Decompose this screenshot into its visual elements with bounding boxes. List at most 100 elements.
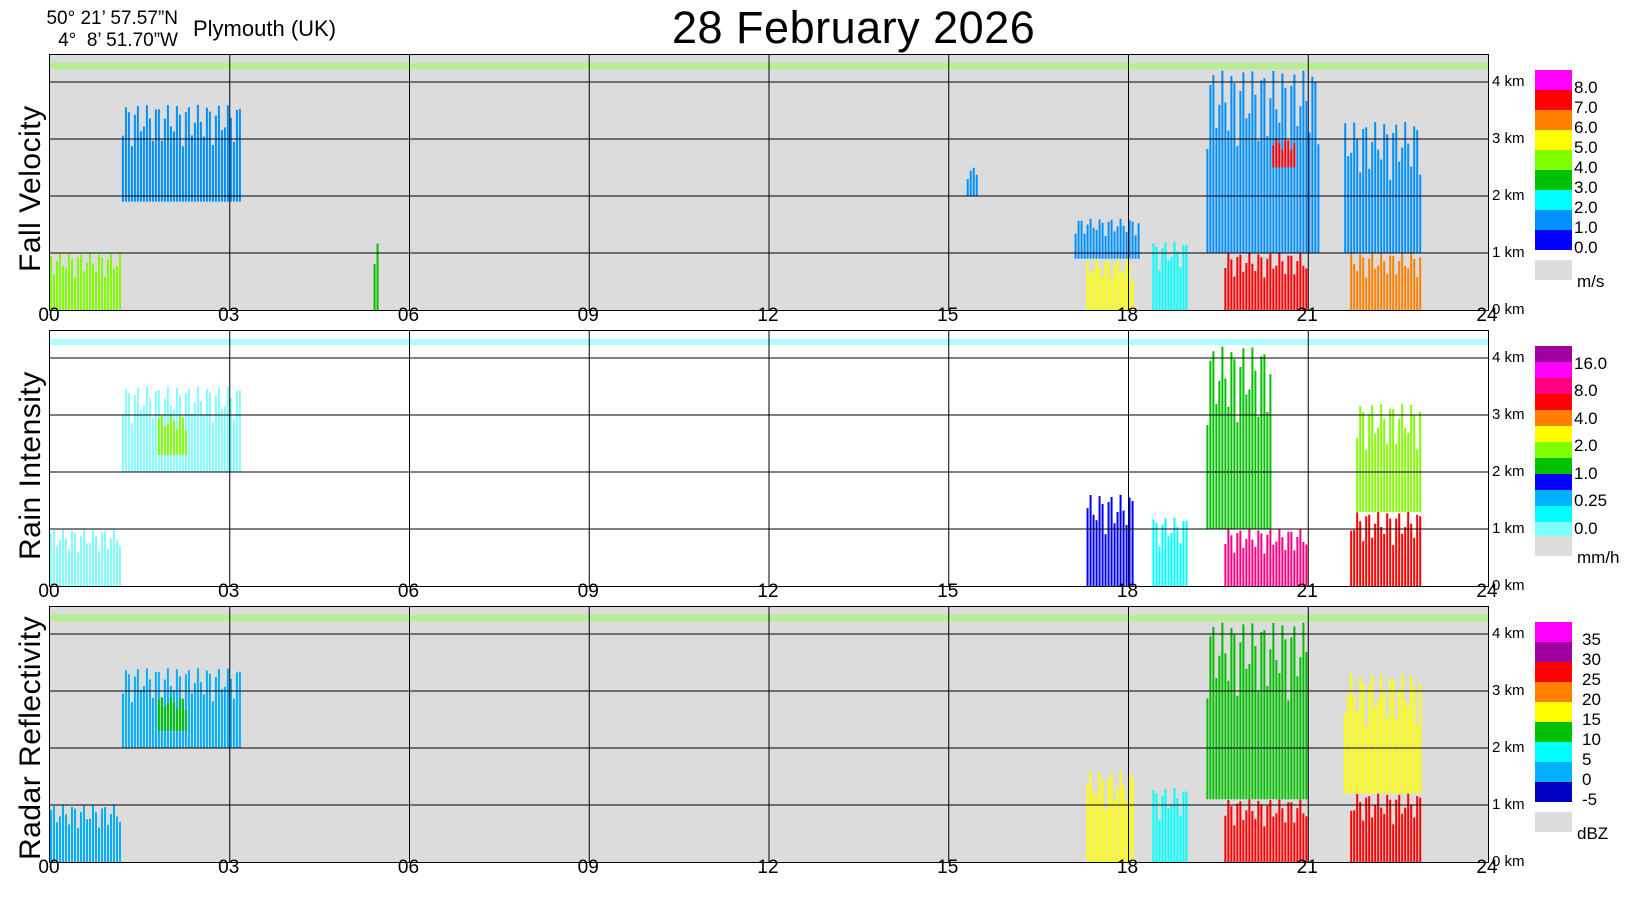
data-streak bbox=[169, 696, 172, 731]
data-streak bbox=[196, 104, 199, 202]
data-streak bbox=[1281, 537, 1284, 586]
data-streak bbox=[1239, 91, 1242, 254]
data-streak bbox=[1086, 508, 1089, 586]
data-streak bbox=[1290, 531, 1293, 586]
data-streak bbox=[124, 107, 127, 202]
height-tick-label: 3 km bbox=[1492, 406, 1525, 423]
data-streak bbox=[1266, 534, 1269, 586]
data-streak bbox=[116, 540, 118, 586]
data-cell bbox=[121, 386, 241, 472]
data-streak bbox=[101, 808, 103, 862]
data-streak bbox=[1269, 98, 1272, 253]
x-tick-label: 18 bbox=[1116, 581, 1139, 602]
data-streak bbox=[1368, 796, 1371, 862]
data-streak bbox=[1365, 277, 1368, 310]
height-tick-label: 3 km bbox=[1492, 130, 1525, 147]
x-tick-label: 21 bbox=[1296, 581, 1318, 602]
data-streak bbox=[220, 130, 223, 202]
colorbar-label: 2.0 bbox=[1574, 198, 1598, 217]
data-streak bbox=[1266, 805, 1269, 862]
data-streak bbox=[119, 253, 121, 310]
data-streak bbox=[1368, 168, 1371, 253]
colorbar-label: 7.0 bbox=[1574, 98, 1598, 117]
data-streak bbox=[232, 419, 235, 472]
data-streak bbox=[1173, 517, 1176, 586]
data-streak bbox=[1302, 265, 1305, 310]
data-streak bbox=[1272, 622, 1275, 800]
data-streak bbox=[1227, 130, 1230, 253]
data-streak bbox=[86, 819, 88, 862]
data-streak bbox=[166, 423, 169, 455]
data-streak bbox=[1176, 527, 1179, 586]
x-tick-label: 09 bbox=[577, 581, 599, 602]
data-streak bbox=[238, 671, 241, 748]
data-streak bbox=[1413, 414, 1416, 512]
data-streak bbox=[1299, 106, 1302, 253]
data-streak bbox=[1353, 810, 1356, 862]
data-streak bbox=[1269, 649, 1272, 800]
height-tick-label: 4 km bbox=[1492, 73, 1525, 90]
data-streak bbox=[1410, 253, 1413, 310]
data-streak bbox=[77, 551, 79, 586]
data-streak bbox=[1278, 143, 1281, 168]
data-streak bbox=[89, 542, 91, 586]
data-streak bbox=[1410, 404, 1413, 512]
data-streak bbox=[1413, 537, 1416, 586]
data-streak bbox=[110, 538, 112, 586]
data-cell bbox=[157, 696, 187, 731]
data-streak bbox=[1074, 233, 1077, 259]
data-streak bbox=[1218, 655, 1221, 800]
data-streak bbox=[1209, 360, 1212, 529]
data-streak bbox=[53, 530, 55, 586]
data-streak bbox=[1176, 251, 1179, 310]
data-streak bbox=[1212, 351, 1215, 529]
colorbar-swatch bbox=[1535, 458, 1572, 474]
colorbar-swatch bbox=[1535, 346, 1572, 362]
data-streak bbox=[1269, 253, 1272, 310]
data-streak bbox=[1362, 129, 1365, 253]
data-cell bbox=[1224, 529, 1308, 586]
data-cell bbox=[373, 243, 379, 310]
data-streak bbox=[148, 118, 151, 202]
data-cell bbox=[1086, 258, 1134, 310]
data-streak bbox=[1377, 700, 1380, 794]
data-streak bbox=[1107, 261, 1110, 310]
data-streak bbox=[1122, 786, 1125, 862]
data-streak bbox=[1227, 799, 1230, 862]
data-streak bbox=[1374, 268, 1377, 310]
x-tick-label: 03 bbox=[218, 305, 240, 326]
data-streak bbox=[1104, 534, 1107, 586]
data-streak bbox=[1347, 156, 1350, 253]
data-streak bbox=[1278, 673, 1281, 800]
height-tick-label: 0 km bbox=[1492, 301, 1525, 318]
data-streak bbox=[1371, 405, 1374, 512]
data-streak bbox=[1302, 622, 1305, 800]
data-streak bbox=[1314, 82, 1317, 254]
date-title: 28 February 2026 bbox=[672, 2, 1036, 53]
data-streak bbox=[1161, 248, 1164, 310]
data-streak bbox=[1242, 348, 1245, 529]
data-streak bbox=[1299, 529, 1302, 586]
data-streak bbox=[1125, 525, 1128, 586]
data-streak bbox=[1305, 268, 1308, 310]
colorbar-label: 3.0 bbox=[1574, 178, 1598, 197]
data-streak bbox=[98, 551, 100, 586]
data-streak bbox=[1245, 668, 1248, 800]
data-streak bbox=[1119, 494, 1122, 586]
data-streak bbox=[1245, 262, 1248, 310]
data-streak bbox=[83, 271, 85, 310]
data-streak bbox=[1383, 813, 1386, 862]
data-streak bbox=[1170, 256, 1173, 310]
data-streak bbox=[175, 708, 178, 731]
data-streak bbox=[1254, 819, 1257, 862]
data-streak bbox=[966, 179, 969, 196]
data-streak bbox=[116, 816, 118, 862]
data-streak bbox=[1116, 512, 1119, 586]
data-streak bbox=[62, 265, 64, 310]
data-streak bbox=[1242, 271, 1245, 310]
data-streak bbox=[1353, 530, 1356, 586]
data-streak bbox=[136, 669, 139, 748]
data-streak bbox=[1287, 255, 1290, 310]
data-streak bbox=[1365, 127, 1368, 253]
data-streak bbox=[1245, 810, 1248, 862]
